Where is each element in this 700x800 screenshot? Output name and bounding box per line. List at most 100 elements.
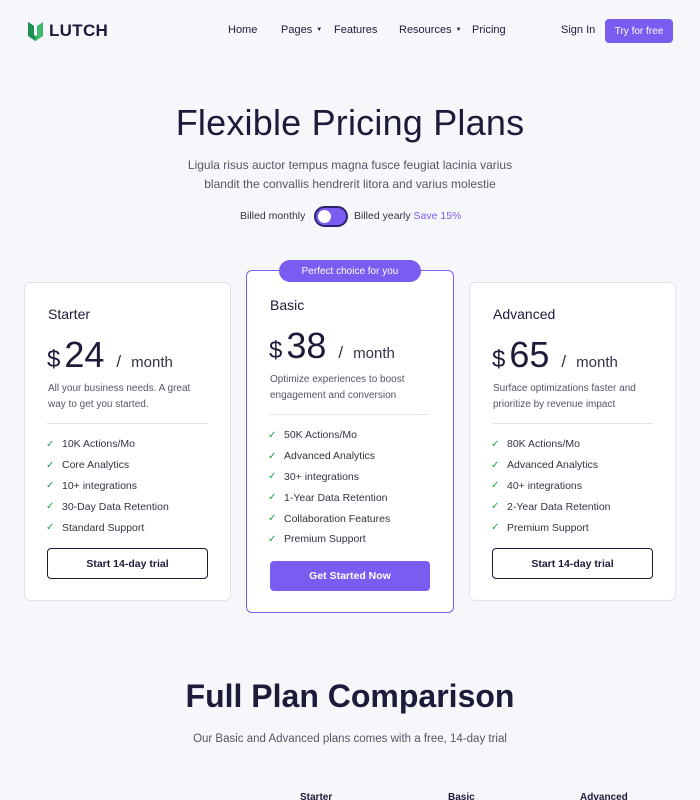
plan-price: $ 38 / month (269, 325, 395, 367)
plan-card-advanced: Advanced $ 65 / month Surface optimizati… (469, 282, 676, 601)
comparison-column-basic: Basic (448, 792, 475, 800)
feature-item: ✓ 40+ integrations (491, 476, 611, 497)
plan-price: $ 65 / month (492, 334, 618, 376)
price-amount: 38 (286, 325, 327, 366)
feature-item: ✓ Premium Support (268, 529, 390, 550)
price-amount: 24 (64, 334, 105, 375)
nav-link-home[interactable]: Home (228, 24, 257, 36)
feature-text: Advanced Analytics (507, 459, 599, 472)
plan-name: Starter (48, 306, 91, 322)
comparison-column-advanced: Advanced (580, 792, 628, 800)
price-slash: / (338, 343, 344, 362)
feature-item: ✓ 30-Day Data Retention (46, 496, 169, 517)
feature-text: 2-Year Data Retention (507, 500, 611, 513)
price-period: month (131, 354, 173, 371)
check-icon: ✓ (46, 480, 55, 492)
check-icon: ✓ (268, 429, 277, 441)
nav-link-label: Features (334, 24, 378, 36)
plan-name: Advanced (493, 306, 556, 322)
get-started-button[interactable]: Get Started Now (270, 561, 430, 591)
check-icon: ✓ (491, 438, 500, 450)
feature-item: ✓ Standard Support (46, 517, 169, 538)
nav-link-resources[interactable]: Resources ▼ (399, 24, 462, 36)
feature-item: ✓ Core Analytics (46, 455, 169, 476)
feature-item: ✓ Collaboration Features (268, 508, 390, 529)
nav-link-label: Resources (399, 24, 452, 36)
nav-link-features[interactable]: Features (334, 24, 377, 36)
feature-text: 80K Actions/Mo (507, 438, 580, 451)
feature-text: 30-Day Data Retention (62, 500, 169, 513)
check-icon: ✓ (491, 501, 500, 513)
start-trial-button[interactable]: Start 14-day trial (492, 548, 653, 579)
feature-item: ✓ 50K Actions/Mo (268, 425, 390, 446)
price-period: month (576, 354, 618, 371)
nav-link-label: Home (228, 24, 258, 36)
check-icon: ✓ (268, 492, 277, 504)
plan-card-starter: Starter $ 24 / month All your business n… (24, 282, 231, 601)
chevron-down-icon: ▼ (455, 27, 462, 33)
nav-link-pricing[interactable]: Pricing (472, 24, 506, 36)
check-icon: ✓ (268, 513, 277, 525)
check-icon: ✓ (268, 450, 277, 462)
toggle-knob (318, 210, 331, 223)
feature-text: 50K Actions/Mo (284, 429, 357, 442)
feature-text: 10+ integrations (62, 479, 138, 492)
check-icon: ✓ (46, 501, 55, 513)
price-currency: $ (492, 346, 506, 373)
feature-text: Advanced Analytics (284, 450, 376, 463)
nav-link-label: Pages (281, 24, 313, 36)
page-title: Flexible Pricing Plans (175, 102, 525, 143)
price-currency: $ (47, 346, 61, 373)
feature-item: ✓ 80K Actions/Mo (491, 434, 611, 455)
check-icon: ✓ (491, 480, 500, 492)
sign-in-link[interactable]: Sign In (561, 24, 595, 36)
plan-card-basic: Basic $ 38 / month Optimize experiences … (246, 270, 454, 613)
price-currency: $ (269, 337, 283, 364)
feature-item: ✓ 30+ integrations (268, 467, 390, 488)
check-icon: ✓ (268, 533, 277, 545)
comparison-subtitle: Our Basic and Advanced plans comes with … (193, 733, 507, 745)
billed-monthly-label: Billed monthly (240, 210, 306, 222)
feature-item: ✓ 10K Actions/Mo (46, 434, 169, 455)
billing-toggle[interactable] (314, 206, 348, 227)
top-nav: LUTCH Home Pages ▼ Features Resources ▼ … (0, 0, 700, 62)
billed-yearly-label: Billed yearly Save 15% (354, 210, 461, 222)
check-icon: ✓ (491, 459, 500, 471)
recommended-badge: Perfect choice for you (279, 260, 421, 282)
feature-text: Standard Support (62, 521, 145, 534)
nav-link-pages[interactable]: Pages ▼ (281, 24, 322, 36)
plan-price: $ 24 / month (47, 334, 173, 376)
check-icon: ✓ (46, 438, 55, 450)
try-for-free-button[interactable]: Try for free (605, 19, 673, 43)
divider (269, 414, 429, 415)
feature-item: ✓ Premium Support (491, 517, 611, 538)
comparison-title: Full Plan Comparison (185, 678, 515, 714)
plan-name: Basic (270, 297, 305, 313)
feature-list: ✓ 10K Actions/Mo ✓ Core Analytics ✓ 10+ int… (46, 434, 169, 538)
check-icon: ✓ (268, 471, 277, 483)
feature-item: ✓ Advanced Analytics (268, 446, 390, 467)
feature-text: 1-Year Data Retention (284, 491, 388, 504)
nav-link-label: Pricing (472, 24, 506, 36)
feature-text: 10K Actions/Mo (62, 438, 135, 451)
feature-text: Core Analytics (62, 459, 130, 472)
check-icon: ✓ (46, 522, 55, 534)
price-amount: 65 (509, 334, 550, 375)
feature-list: ✓ 50K Actions/Mo ✓ Advanced Analytics ✓ 30+… (268, 425, 390, 550)
comparison-column-starter: Starter (300, 792, 333, 800)
feature-item: ✓ Advanced Analytics (491, 455, 611, 476)
page-subtitle: Ligula risus auctor tempus magna fusce f… (187, 158, 513, 191)
plan-description: Surface optimizations faster and priorit… (493, 383, 636, 410)
price-slash: / (561, 352, 567, 371)
plan-description: All your business needs. A great way to … (48, 383, 191, 410)
divider (47, 423, 208, 424)
billed-yearly-text: Billed yearly (354, 210, 411, 222)
feature-text: Premium Support (284, 533, 366, 546)
feature-text: Collaboration Features (284, 512, 391, 525)
feature-item: ✓ 10+ integrations (46, 476, 169, 497)
start-trial-button[interactable]: Start 14-day trial (47, 548, 208, 579)
plan-description: Optimize experiences to boost engagement… (270, 374, 405, 401)
chevron-down-icon: ▼ (316, 27, 323, 33)
feature-item: ✓ 1-Year Data Retention (268, 487, 390, 508)
billing-toggle-row: Billed monthly Billed yearly Save 15% (0, 206, 700, 228)
